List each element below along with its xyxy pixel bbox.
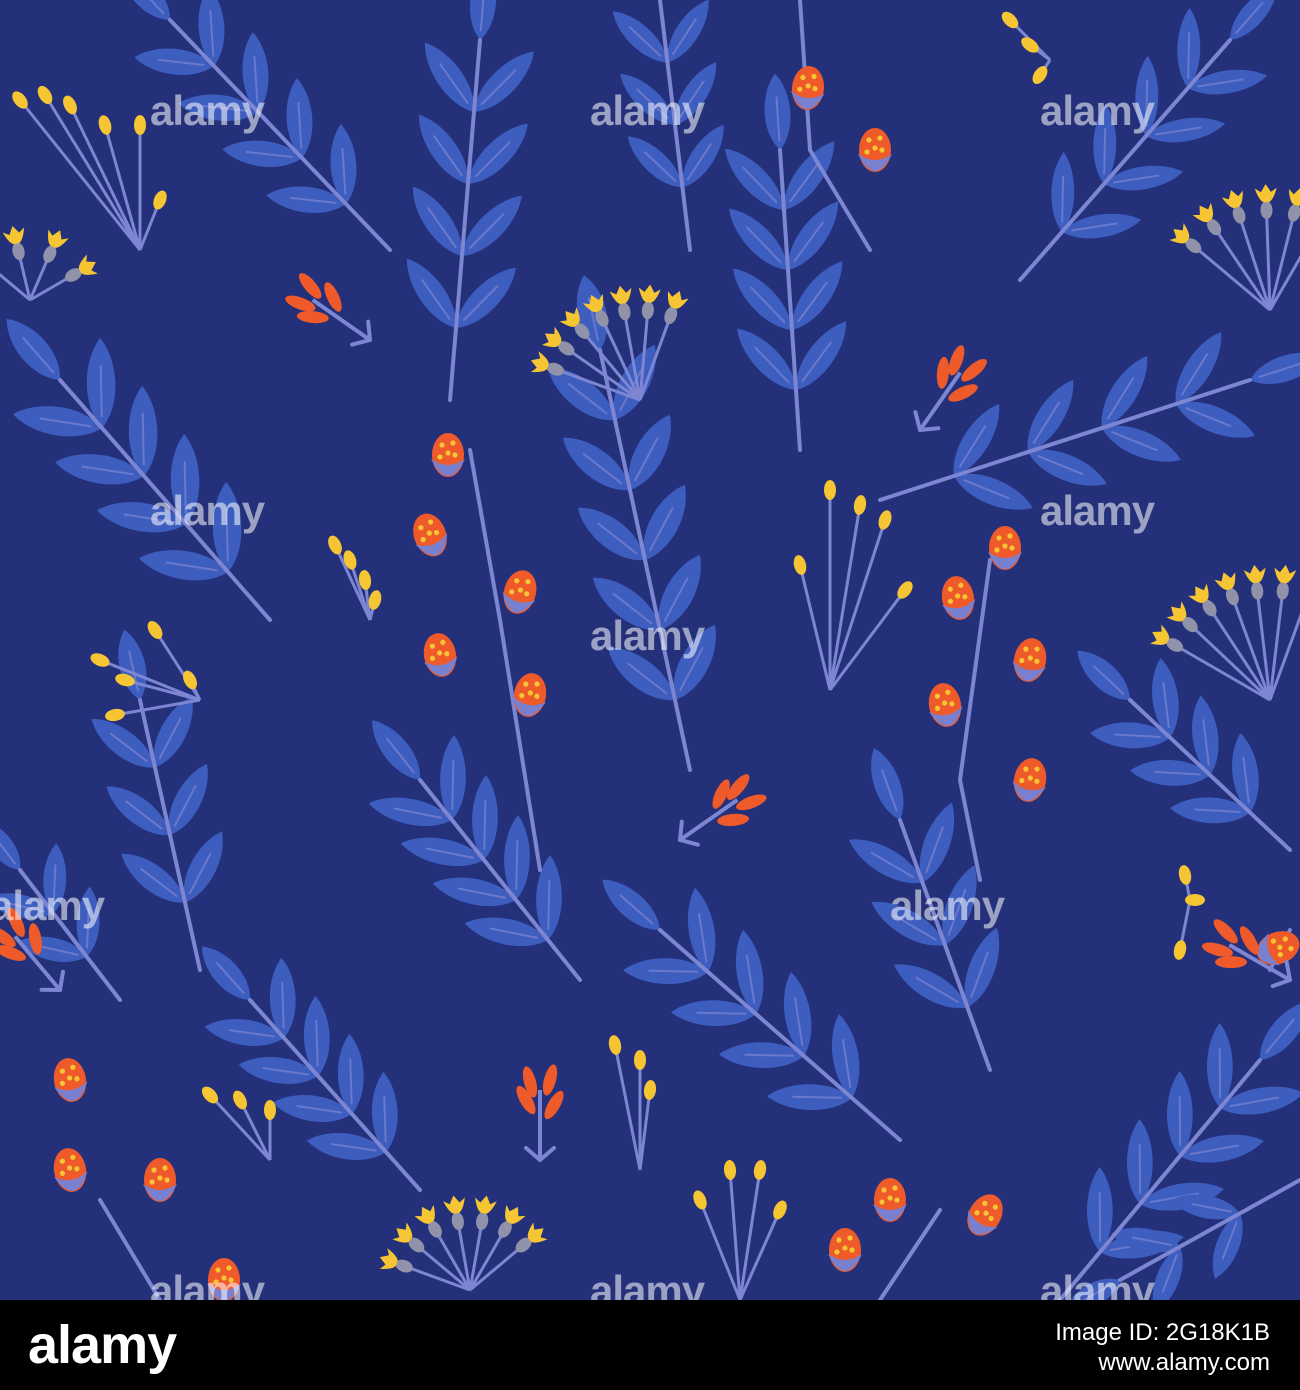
- bud-dot: [215, 1267, 221, 1273]
- leaf-vein: [1103, 127, 1107, 175]
- leaf-vein: [744, 1053, 794, 1057]
- bud-dot: [994, 547, 1000, 553]
- bud-dot: [157, 1175, 163, 1181]
- leaf-vein: [99, 364, 103, 418]
- bud-dot: [877, 135, 883, 141]
- bud-dot: [881, 1187, 887, 1193]
- leaf-vein: [792, 1095, 842, 1099]
- bud-dot: [894, 1197, 900, 1203]
- bud-dot: [847, 1235, 853, 1241]
- bud-dot: [162, 1165, 168, 1171]
- bud-dot: [872, 145, 878, 151]
- bud-dot: [1007, 533, 1013, 539]
- bud-dot: [226, 1265, 232, 1271]
- floral-pattern: alamy alamy alamy alamy alamy alamy alam…: [0, 0, 1300, 1300]
- bud-dot: [151, 1167, 157, 1173]
- leaf-vein: [648, 969, 698, 973]
- bud-dot: [836, 1237, 842, 1243]
- bud-dot: [164, 1177, 170, 1183]
- leaf-vein: [183, 460, 187, 514]
- site-url: www.alamy.com: [1098, 1349, 1270, 1376]
- bud-dot: [450, 440, 456, 446]
- bud-dot: [887, 1195, 893, 1201]
- bud-dot: [879, 1199, 885, 1205]
- leaf-vein: [141, 412, 145, 466]
- bud-dot: [452, 452, 458, 458]
- yellow-seed: [824, 480, 836, 500]
- bud-dot: [445, 450, 451, 456]
- bud-dot: [892, 1185, 898, 1191]
- leaf-vein: [1145, 79, 1149, 127]
- leaf-vein: [451, 760, 455, 810]
- bud-dot: [228, 1277, 234, 1283]
- leaf-vein: [547, 880, 551, 930]
- bud-dot: [996, 535, 1002, 541]
- bud-dot: [842, 1245, 848, 1251]
- bud-dot: [864, 149, 870, 155]
- leaf-vein: [1061, 175, 1065, 223]
- footer-bar: alamy Image ID: 2G18K1B www.alamy.com: [0, 1300, 1300, 1390]
- bud-dot: [213, 1279, 219, 1285]
- bud-dot: [221, 1275, 227, 1281]
- leaf-vein: [225, 508, 229, 562]
- bud-dot: [1002, 543, 1008, 549]
- footer-meta: Image ID: 2G18K1B www.alamy.com: [1055, 1318, 1270, 1378]
- floral-pattern-svg: [0, 0, 1300, 1300]
- leaf-vein: [696, 1011, 746, 1015]
- leaf-vein: [1187, 31, 1191, 79]
- yellow-seed: [1185, 894, 1205, 906]
- yellow-seed: [264, 1100, 276, 1120]
- bud-dot: [439, 442, 445, 448]
- spray-petal: [1215, 956, 1248, 969]
- yellow-seed: [634, 1050, 646, 1070]
- image-id-label: Image ID: 2G18K1B: [1055, 1319, 1270, 1346]
- leaf-vein: [515, 840, 519, 890]
- pattern-background: [0, 0, 1300, 1300]
- leaf-vein: [483, 800, 487, 850]
- yellow-seed: [134, 115, 146, 135]
- bud-dot: [866, 137, 872, 143]
- bud-dot: [437, 454, 443, 460]
- bud-dot: [834, 1249, 840, 1255]
- bud-dot: [879, 147, 885, 153]
- bud-dot: [149, 1179, 155, 1185]
- bud-dot: [1009, 545, 1015, 551]
- footer-logo: alamy: [28, 1315, 177, 1375]
- bud-dot: [849, 1247, 855, 1253]
